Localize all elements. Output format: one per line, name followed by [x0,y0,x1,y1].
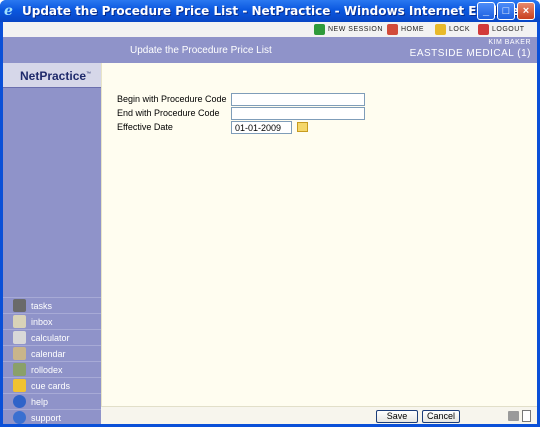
logo-text: NetPractice [20,69,87,83]
sidebar-item-label: inbox [31,316,53,327]
lock-link[interactable]: LOCK [435,23,470,36]
calendar-icon [13,347,26,360]
window-title: Update the Procedure Price List - NetPra… [22,4,526,18]
sidebar-nav: tasks inbox calculator calendar rollodex [3,297,101,425]
top-toolbar: NEW SESSION HOME LOCK LOGOUT [3,22,537,37]
tasks-icon [13,299,26,312]
sidebar-item-label: calendar [31,348,66,359]
support-icon [13,411,26,424]
save-button[interactable]: Save [376,410,418,423]
sidebar-item-label: rollodex [31,364,63,375]
logo-trademark: ™ [86,71,92,77]
sidebar-item-calendar[interactable]: calendar [3,345,101,361]
cancel-button[interactable]: Cancel [422,410,460,423]
main-content: Begin with Procedure Code End with Proce… [101,63,537,406]
sidebar-item-inbox[interactable]: inbox [3,313,101,329]
new-session-icon [314,24,325,35]
title-bar[interactable]: e Update the Procedure Price List - NetP… [0,0,540,22]
sidebar-item-label: cue cards [31,380,71,391]
minimize-button[interactable]: _ [477,2,495,20]
netpractice-logo: NetPractice™ [20,69,91,83]
help-icon [13,395,26,408]
divider [3,87,101,88]
sidebar-item-help[interactable]: help [3,393,101,409]
sidebar-item-label: help [31,396,49,407]
browser-content: NEW SESSION HOME LOCK LOGOUT Update the … [3,22,537,424]
logout-link[interactable]: LOGOUT [478,23,525,36]
rolodex-icon [13,363,26,376]
internet-explorer-icon: e [4,3,13,19]
sidebar-item-label: tasks [31,300,53,311]
logout-label: LOGOUT [492,26,525,33]
calendar-picker-icon[interactable] [297,122,308,132]
home-link[interactable]: HOME [387,23,424,36]
end-code-input[interactable] [231,107,365,120]
page-title: Update the Procedure Price List [130,45,272,56]
document-icon[interactable] [522,410,531,422]
inbox-icon [13,315,26,328]
close-button[interactable]: × [517,2,535,20]
page-header: Update the Procedure Price List KIM BAKE… [3,37,537,63]
sidebar-item-support[interactable]: support [3,409,101,425]
lock-icon [435,24,446,35]
end-code-label: End with Procedure Code [117,108,220,118]
logout-icon [478,24,489,35]
sidebar-item-calculator[interactable]: calculator [3,329,101,345]
sidebar-item-label: support [31,412,62,423]
cue-cards-icon [13,379,26,392]
sidebar-item-tasks[interactable]: tasks [3,297,101,313]
maximize-button[interactable]: □ [497,2,515,20]
home-icon [387,24,398,35]
begin-code-input[interactable] [231,93,365,106]
sidebar-item-label: calculator [31,332,70,343]
print-icon[interactable] [508,411,519,421]
lock-label: LOCK [449,26,471,33]
home-label: HOME [401,26,424,33]
begin-code-label: Begin with Procedure Code [117,94,227,104]
footer-bar: Save Cancel [101,406,537,424]
user-name: KIM BAKER [488,39,531,46]
new-session-link[interactable]: NEW SESSION [314,23,383,36]
organization-name: EASTSIDE MEDICAL (1) [409,48,531,59]
sidebar: NetPractice™ tasks inbox calculator cale… [3,63,101,424]
calculator-icon [13,331,26,344]
new-session-label: NEW SESSION [328,26,383,33]
sidebar-item-cue-cards[interactable]: cue cards [3,377,101,393]
effective-date-label: Effective Date [117,122,173,132]
sidebar-item-rollodex[interactable]: rollodex [3,361,101,377]
logo-area: NetPractice™ [3,63,101,87]
browser-window: e Update the Procedure Price List - NetP… [0,0,540,427]
effective-date-input[interactable] [231,121,292,134]
